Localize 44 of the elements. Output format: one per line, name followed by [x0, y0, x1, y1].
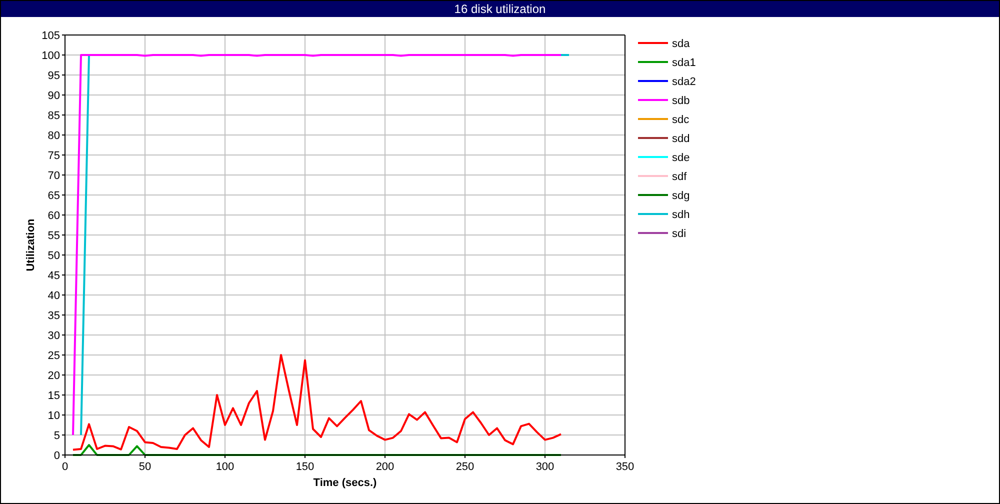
tick-label: 200 [376, 461, 394, 473]
tick-label: 55 [48, 230, 60, 242]
tick-label: 30 [48, 330, 60, 342]
tick-label: 150 [296, 461, 314, 473]
legend-label: sdh [672, 209, 690, 221]
tick-label: 50 [48, 250, 60, 262]
tick-label: 300 [536, 461, 554, 473]
legend-label: sdi [672, 228, 686, 240]
tick-label: 250 [456, 461, 474, 473]
legend-label: sdg [672, 190, 690, 202]
tick-label: 105 [42, 30, 60, 42]
legend-label: sdf [672, 171, 687, 183]
tick-label: 100 [42, 50, 60, 62]
legend-label: sda2 [672, 76, 696, 88]
window-title: 16 disk utilization [1, 1, 999, 17]
tick-label: 15 [48, 390, 60, 402]
tick-label: 0 [54, 450, 60, 462]
axis-title: Utilization [25, 218, 37, 272]
legend-label: sda [672, 38, 690, 50]
tick-label: 25 [48, 350, 60, 362]
tick-label: 350 [616, 461, 634, 473]
tick-label: 20 [48, 370, 60, 382]
tick-label: 75 [48, 150, 60, 162]
legend-label: sda1 [672, 57, 696, 69]
tick-label: 0 [62, 461, 68, 473]
tick-label: 5 [54, 430, 60, 442]
tick-label: 90 [48, 90, 60, 102]
tick-label: 50 [138, 461, 152, 473]
axis-title: Time (secs.) [313, 477, 377, 489]
legend-label: sde [672, 152, 690, 164]
legend-label: sdd [672, 133, 690, 145]
tick-label: 85 [48, 110, 60, 122]
tick-label: 100 [216, 461, 234, 473]
tick-label: 10 [48, 410, 60, 422]
legend-label: sdc [672, 114, 690, 126]
tick-label: 95 [48, 70, 60, 82]
legend-label: sdb [672, 95, 690, 107]
tick-label: 70 [48, 170, 60, 182]
tick-label: 60 [48, 210, 60, 222]
tick-label: 65 [48, 190, 60, 202]
tick-label: 80 [48, 130, 60, 142]
tick-label: 45 [48, 270, 60, 282]
tick-label: 40 [48, 290, 60, 302]
tick-label: 35 [48, 310, 60, 322]
